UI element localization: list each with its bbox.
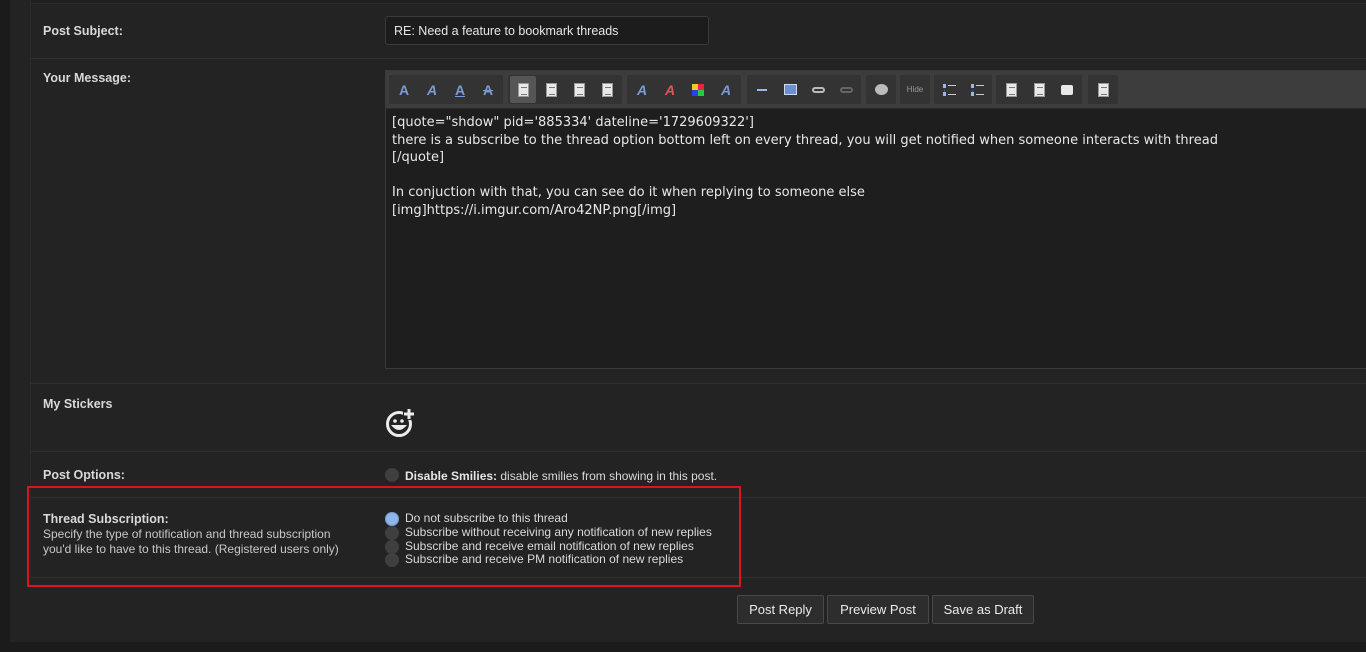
link-icon[interactable] xyxy=(805,76,831,103)
subject-input[interactable] xyxy=(385,16,709,45)
align-center-icon[interactable] xyxy=(538,76,564,103)
toolbar-group-align xyxy=(508,75,622,104)
quote-icon[interactable] xyxy=(1054,76,1080,103)
post-options-label: Post Options: xyxy=(43,468,125,482)
font-icon[interactable]: A xyxy=(629,76,655,103)
strikethrough-icon[interactable]: A xyxy=(475,76,501,103)
preview-post-button[interactable]: Preview Post xyxy=(827,595,929,624)
underline-icon[interactable]: A xyxy=(447,76,473,103)
image-icon[interactable] xyxy=(777,76,803,103)
editor-toolbar: A A A A A A A Hide xyxy=(386,71,1366,109)
disable-smilies-label: Disable Smilies: disable smilies from sh… xyxy=(405,469,718,483)
bullet-list-icon[interactable] xyxy=(936,76,962,103)
save-draft-button[interactable]: Save as Draft xyxy=(932,595,1034,624)
unlink-icon[interactable] xyxy=(833,76,859,103)
hide-icon[interactable]: Hide xyxy=(902,76,928,103)
italic-icon[interactable]: A xyxy=(419,76,445,103)
toolbar-group-font: A A A xyxy=(627,75,741,104)
toolbar-group-media xyxy=(866,75,896,104)
justify-icon[interactable] xyxy=(594,76,620,103)
add-sticker-icon[interactable] xyxy=(385,408,417,438)
remove-format-icon[interactable]: A xyxy=(713,76,739,103)
post-reply-button[interactable]: Post Reply xyxy=(737,595,824,624)
video-icon[interactable] xyxy=(868,76,894,103)
code-icon[interactable] xyxy=(998,76,1024,103)
align-right-icon[interactable] xyxy=(566,76,592,103)
disable-smilies-checkbox[interactable] xyxy=(385,468,399,482)
font-size-icon[interactable]: A xyxy=(657,76,683,103)
stickers-label: My Stickers xyxy=(43,397,113,411)
message-textarea[interactable]: [quote="shdow" pid='885334' dateline='17… xyxy=(392,114,1356,219)
toolbar-group-text: A A A A xyxy=(389,75,503,104)
horizontal-rule-icon[interactable] xyxy=(749,76,775,103)
toolbar-group-insert xyxy=(747,75,861,104)
ordered-list-icon[interactable] xyxy=(964,76,990,103)
toolbar-group-lists xyxy=(934,75,992,104)
align-left-icon[interactable] xyxy=(510,76,536,103)
toolbar-group-hide: Hide xyxy=(900,75,930,104)
php-icon[interactable] xyxy=(1026,76,1052,103)
subscription-highlight-box xyxy=(27,486,741,587)
subject-label: Post Subject: xyxy=(43,24,123,38)
toolbar-group-source xyxy=(1088,75,1118,104)
bold-icon[interactable]: A xyxy=(391,76,417,103)
message-editor[interactable]: A A A A A A A Hide [quote="shdow" pid='8… xyxy=(385,70,1366,369)
message-label: Your Message: xyxy=(43,71,131,85)
stickers-row: My Stickers xyxy=(31,384,1366,452)
color-grid-icon[interactable] xyxy=(685,76,711,103)
toolbar-group-code xyxy=(996,75,1082,104)
source-icon[interactable] xyxy=(1090,76,1116,103)
